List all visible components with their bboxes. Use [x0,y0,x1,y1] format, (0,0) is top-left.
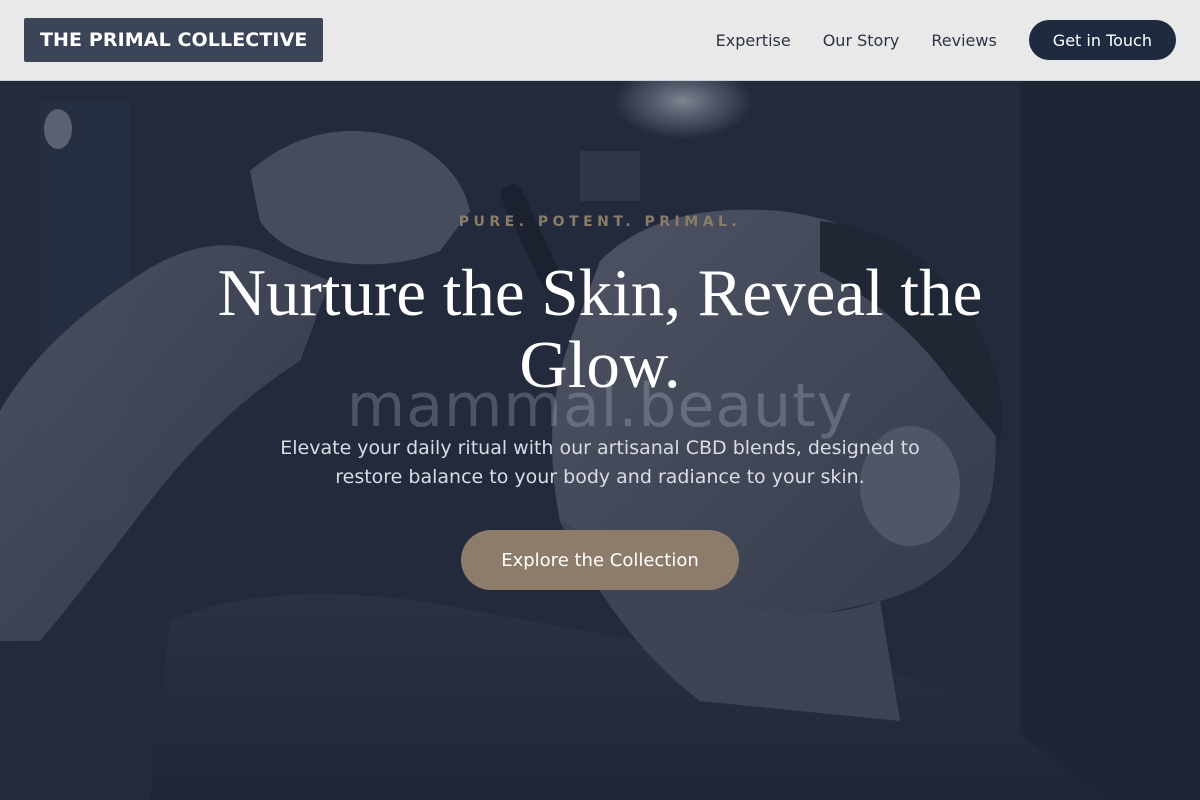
hero-headline: Nurture the Skin, Reveal the Glow. [217,256,983,402]
main-nav: Expertise Our Story Reviews Get in Touch [716,20,1176,60]
brand-logo[interactable]: THE PRIMAL COLLECTIVE [24,18,324,62]
explore-collection-button[interactable]: Explore the Collection [461,530,739,590]
nav-link-our-story[interactable]: Our Story [823,31,900,50]
hero-subtitle: Elevate your daily ritual with our artis… [280,437,920,488]
hero-content: mammal.beauty PURE. POTENT. PRIMAL. Nurt… [0,81,1200,800]
hero-eyebrow: PURE. POTENT. PRIMAL. [458,214,742,230]
site-header: THE PRIMAL COLLECTIVE Expertise Our Stor… [0,0,1200,81]
nav-link-expertise[interactable]: Expertise [716,31,791,50]
hero-section: mammal.beauty PURE. POTENT. PRIMAL. Nurt… [0,81,1200,800]
nav-link-reviews[interactable]: Reviews [931,31,996,50]
get-in-touch-button[interactable]: Get in Touch [1028,20,1176,60]
